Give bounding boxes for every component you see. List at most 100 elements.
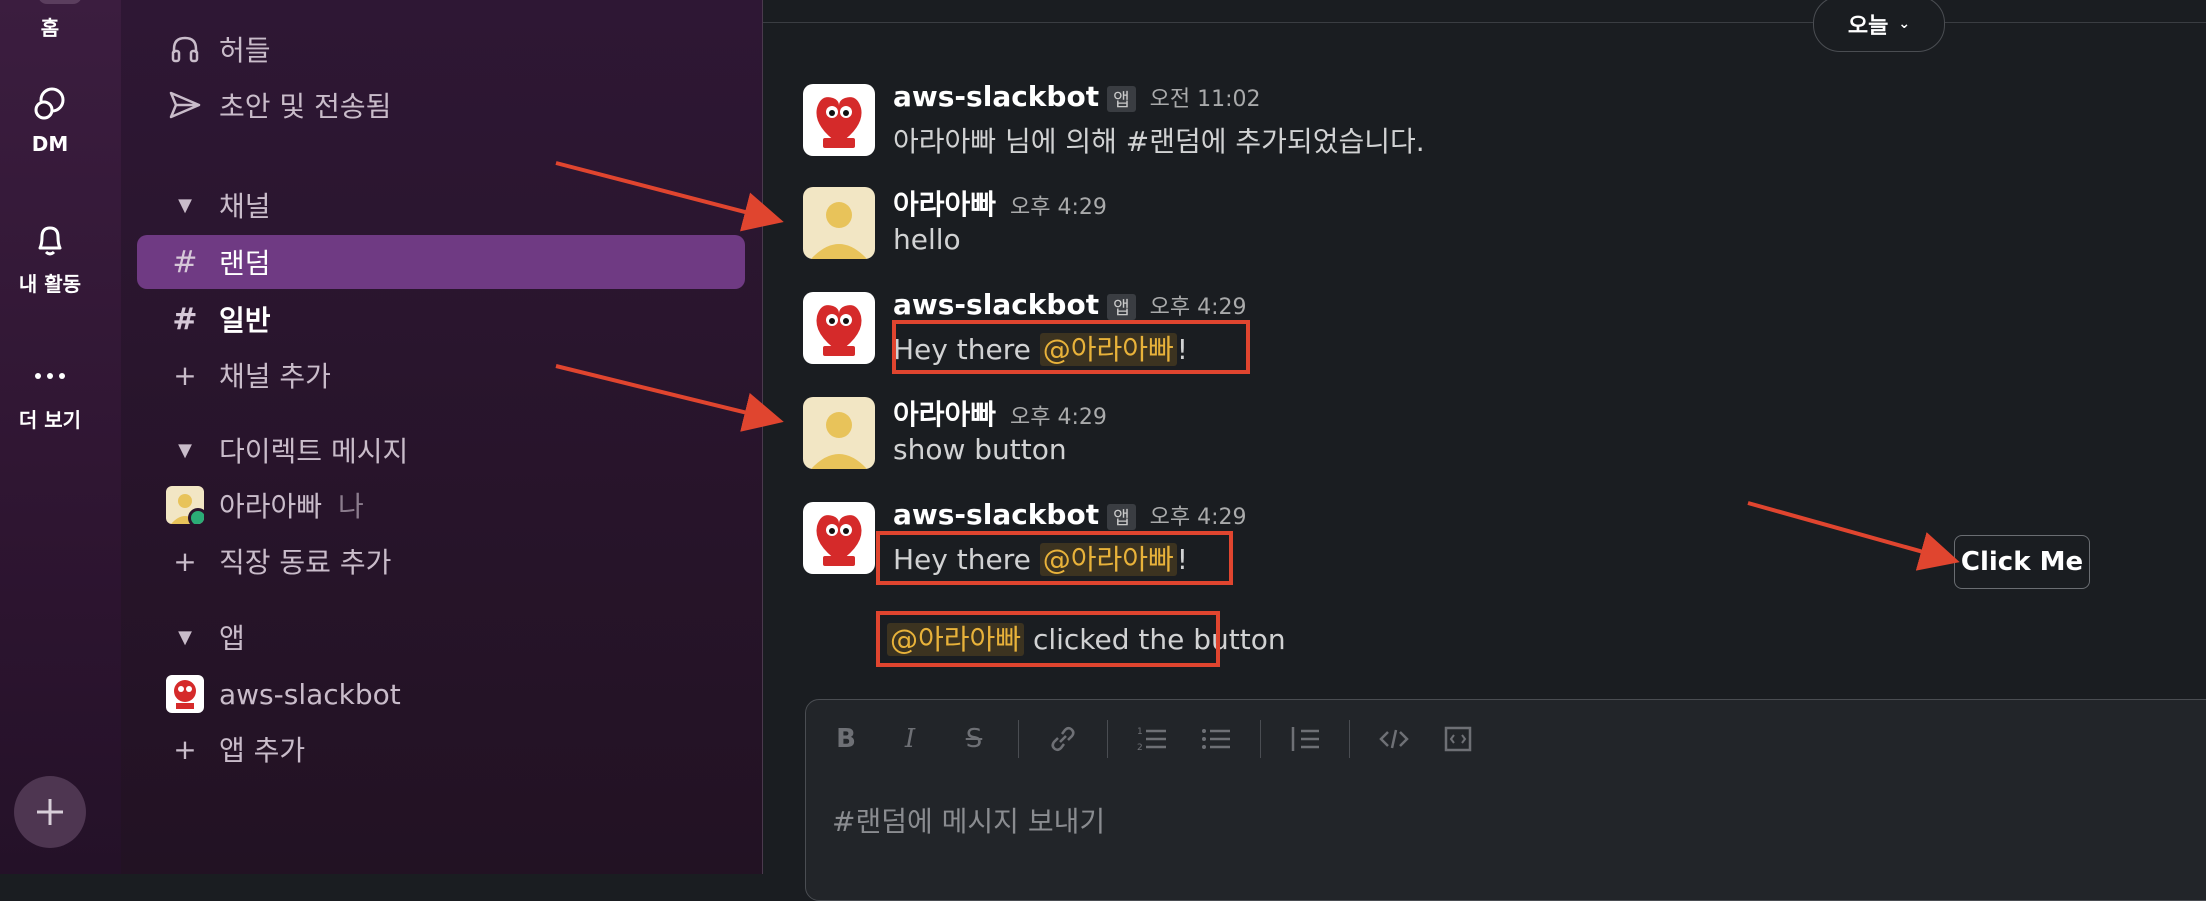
channel-label: 랜덤	[219, 247, 271, 280]
dm-section-header[interactable]: ▼ 다이렉트 메시지	[159, 423, 408, 477]
timestamp[interactable]: 오후 4:29	[1010, 399, 1107, 431]
rail-home-label: 홈	[40, 16, 60, 40]
sender-name[interactable]: 아라아빠	[893, 393, 996, 433]
send-icon	[159, 89, 211, 121]
formatting-toolbar: B I S 12	[826, 720, 1478, 758]
section-label: 앱	[219, 622, 245, 655]
channel-sidebar: 허들 초안 및 전송됨 ▼ 채널 # 랜덤 # 일반 + 채널 추가 ▼ 다이렉…	[121, 0, 763, 874]
caret-down-icon: ▼	[178, 626, 192, 648]
plus-icon: +	[173, 732, 197, 766]
bell-icon	[0, 216, 100, 264]
hash-icon: #	[172, 244, 198, 280]
bot-avatar[interactable]	[803, 502, 875, 574]
rail-more[interactable]: 더 보기	[0, 352, 100, 433]
sender-name[interactable]: 아라아빠	[893, 183, 996, 223]
ordered-list-icon[interactable]: 12	[1132, 724, 1172, 754]
message-input[interactable]: #랜덤에 메시지 보내기	[832, 800, 1105, 840]
user-avatar[interactable]	[803, 397, 875, 469]
rail-dm-label: DM	[31, 132, 69, 156]
plus-icon: +	[173, 358, 197, 392]
bulleted-list-icon[interactable]	[1196, 724, 1236, 754]
dm-avatar-wrap	[159, 486, 211, 524]
sender-name[interactable]: aws-slackbot	[893, 288, 1099, 321]
italic-icon[interactable]: I	[890, 724, 930, 754]
headphones-icon	[159, 33, 211, 65]
sidebar-item-huddles[interactable]: 허들	[159, 22, 271, 76]
code-block-icon[interactable]	[1438, 724, 1478, 754]
workspace-rail: 홈 DM 내 활동 더 보기	[0, 0, 121, 874]
section-label: 다이렉트 메시지	[219, 435, 409, 468]
user-avatar[interactable]	[803, 187, 875, 259]
toolbar-divider	[1349, 720, 1350, 758]
add-channel-label: 채널 추가	[219, 360, 331, 393]
annotation-highlight-box	[876, 531, 1233, 585]
add-app-button[interactable]: + 앱 추가	[159, 722, 305, 776]
message-text: show button	[893, 433, 1067, 466]
app-label: aws-slackbot	[219, 677, 401, 711]
sender-name[interactable]: aws-slackbot	[893, 80, 1099, 113]
self-indicator: 나	[338, 490, 364, 523]
rail-dm[interactable]: DM	[0, 80, 100, 156]
timestamp[interactable]: 오후 4:29	[1010, 189, 1107, 221]
bot-avatar[interactable]	[803, 84, 875, 156]
link-icon[interactable]	[1043, 724, 1083, 754]
date-divider-line	[763, 22, 2206, 23]
app-badge: 앱	[1107, 504, 1136, 530]
rail-more-label: 더 보기	[18, 408, 82, 432]
sidebar-item-app[interactable]: aws-slackbot	[159, 667, 401, 721]
sidebar-item-label: 초안 및 전송됨	[219, 90, 392, 123]
message-text: 아라아빠 님에 의해 #랜덤에 추가되었습니다.	[893, 125, 1425, 158]
bot-avatar-wrap	[159, 675, 211, 713]
plus-icon: +	[173, 544, 197, 578]
message-composer: B I S 12 #랜덤에 메시지 보내기	[805, 699, 2206, 901]
bot-avatar-icon	[166, 675, 204, 713]
strikethrough-icon[interactable]: S	[954, 724, 994, 754]
app-badge: 앱	[1107, 294, 1136, 320]
timestamp[interactable]: 오후 4:29	[1150, 289, 1247, 321]
code-icon[interactable]	[1374, 724, 1414, 754]
dm-icon	[0, 80, 100, 128]
annotation-highlight-box	[876, 611, 1220, 667]
toolbar-divider	[1107, 720, 1108, 758]
sidebar-item-dm-user[interactable]: 아라아빠 나	[159, 478, 364, 532]
sidebar-item-drafts[interactable]: 초안 및 전송됨	[159, 78, 391, 132]
sidebar-item-label: 허들	[219, 34, 271, 67]
plus-icon	[37, 799, 63, 825]
sidebar-item-channel-random[interactable]: # 랜덤	[137, 235, 745, 289]
add-channel-button[interactable]: + 채널 추가	[159, 348, 331, 402]
section-label: 채널	[219, 190, 271, 223]
online-status-dot	[188, 508, 204, 524]
date-label: 오늘	[1847, 14, 1889, 39]
app-badge: 앱	[1107, 86, 1136, 112]
message-text: hello	[893, 223, 961, 256]
dm-user-label: 아라아빠	[219, 490, 323, 523]
more-dots-icon	[0, 352, 100, 400]
avatar	[166, 486, 204, 524]
bot-avatar[interactable]	[803, 292, 875, 364]
svg-text:2: 2	[1137, 743, 1143, 753]
channel-label: 일반	[219, 304, 271, 337]
blockquote-icon[interactable]	[1285, 724, 1325, 754]
timestamp[interactable]: 오후 4:29	[1150, 499, 1247, 531]
rail-activity[interactable]: 내 활동	[0, 216, 100, 297]
svg-text:1: 1	[1137, 727, 1143, 737]
add-workspace-button[interactable]	[14, 776, 86, 848]
toolbar-divider	[1018, 720, 1019, 758]
add-app-label: 앱 추가	[219, 734, 306, 767]
hash-icon: #	[172, 301, 198, 337]
toolbar-divider	[1260, 720, 1261, 758]
bold-icon[interactable]: B	[826, 724, 866, 754]
apps-section-header[interactable]: ▼ 앱	[159, 610, 245, 664]
chevron-down-icon: ⌄	[1898, 16, 1911, 32]
sidebar-item-channel-general[interactable]: # 일반	[159, 292, 271, 346]
add-coworker-button[interactable]: + 직장 동료 추가	[159, 534, 391, 588]
channels-section-header[interactable]: ▼ 채널	[159, 178, 271, 232]
home-icon-chip[interactable]	[38, 0, 82, 4]
date-jump-button[interactable]: 오늘 ⌄	[1813, 0, 1945, 52]
timestamp[interactable]: 오전 11:02	[1150, 81, 1261, 113]
add-coworker-label: 직장 동료 추가	[219, 546, 392, 579]
sender-name[interactable]: aws-slackbot	[893, 498, 1099, 531]
click-me-button[interactable]: Click Me	[1954, 535, 2090, 589]
annotation-highlight-box	[892, 320, 1250, 374]
rail-home[interactable]: 홈	[0, 8, 100, 41]
